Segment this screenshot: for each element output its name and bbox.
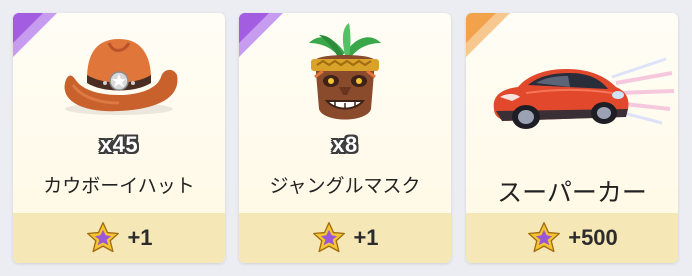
item-card-supercar[interactable]: スーパーカー +500	[466, 13, 678, 263]
item-name: ジャングルマスク	[269, 175, 421, 197]
jungle-mask-icon	[309, 23, 381, 120]
reward-bar: +1	[239, 213, 451, 263]
item-count: x8	[332, 132, 358, 157]
reward-bar: +500	[466, 213, 678, 263]
item-name: カウボーイハット	[43, 175, 195, 197]
cowboy-hat-icon	[64, 39, 178, 115]
reward-bar: +1	[13, 213, 225, 263]
star-icon	[313, 222, 346, 253]
item-count: x45	[99, 132, 139, 157]
reward-value: +1	[127, 225, 153, 250]
reward-value: +500	[568, 225, 618, 250]
item-name: スーパーカー	[497, 178, 647, 207]
item-card-jungle-mask[interactable]: x8 ジャングルマスク +1	[239, 13, 451, 263]
item-card-cowboy-hat[interactable]: x45 カウボーイハット +1	[13, 13, 225, 263]
star-icon	[528, 222, 561, 253]
star-icon	[87, 222, 120, 253]
supercar-icon	[493, 57, 675, 129]
reward-value: +1	[353, 225, 379, 250]
